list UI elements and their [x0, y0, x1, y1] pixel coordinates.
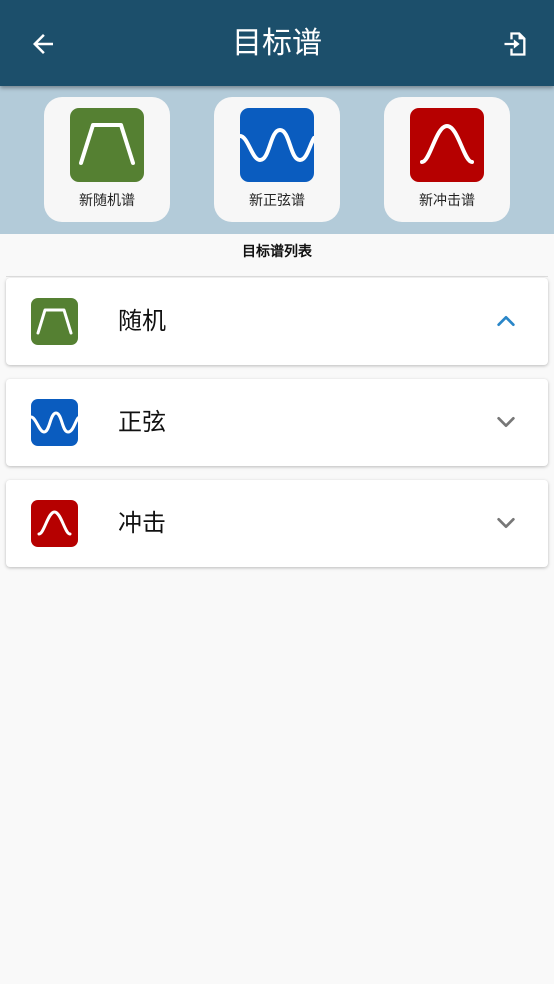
- random-spectrum-icon: [70, 108, 144, 182]
- sine-spectrum-icon: [240, 108, 314, 182]
- sine-spectrum-icon: [31, 399, 78, 446]
- new-sine-label: 新正弦谱: [249, 193, 305, 209]
- shock-spectrum-icon: [410, 108, 484, 182]
- chevron-down-icon[interactable]: [494, 410, 518, 434]
- page-title: 目标谱: [232, 26, 322, 61]
- chevron-down-icon[interactable]: [494, 511, 518, 535]
- new-shock-label: 新冲击谱: [419, 193, 475, 209]
- list-item-label: 随机: [118, 307, 166, 335]
- divider: [6, 276, 548, 277]
- new-random-label: 新随机谱: [79, 193, 135, 209]
- list-item-label: 正弦: [118, 408, 166, 436]
- random-spectrum-icon: [31, 298, 78, 345]
- file-import-icon: [504, 32, 526, 56]
- new-shock-button[interactable]: 新冲击谱: [384, 97, 510, 222]
- new-sine-button[interactable]: 新正弦谱: [214, 97, 340, 222]
- list-item-sine[interactable]: 正弦: [6, 379, 548, 466]
- chevron-up-icon[interactable]: [494, 309, 518, 333]
- list-item-random[interactable]: 随机: [6, 278, 548, 365]
- list-item-shock[interactable]: 冲击: [6, 480, 548, 567]
- app-bar: 目标谱: [0, 0, 554, 86]
- list-title: 目标谱列表: [242, 244, 312, 260]
- new-spectrum-bar: 新随机谱 新正弦谱 新冲击谱: [0, 86, 554, 234]
- shock-spectrum-icon: [31, 500, 78, 547]
- list-item-label: 冲击: [118, 509, 166, 537]
- new-random-button[interactable]: 新随机谱: [44, 97, 170, 222]
- import-button[interactable]: [494, 23, 536, 65]
